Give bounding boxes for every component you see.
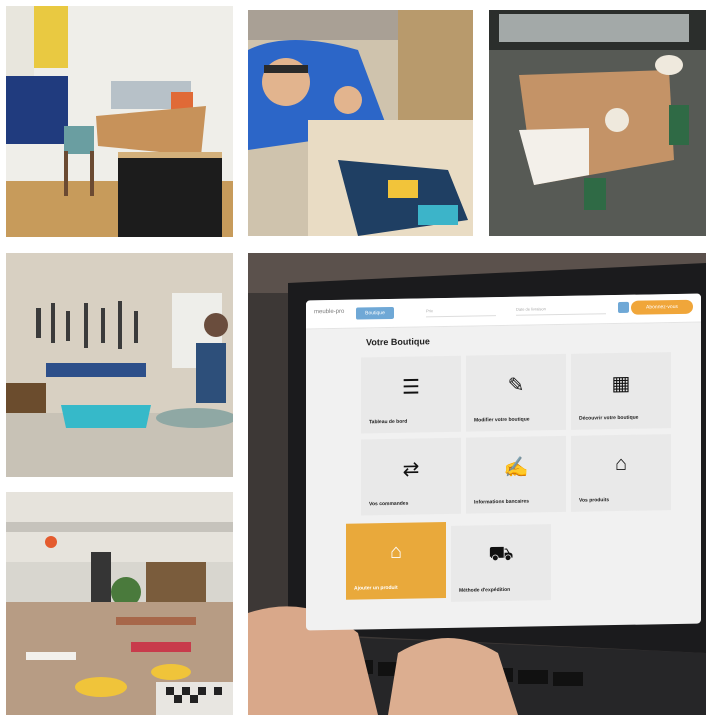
- cafe-interior-photo: [6, 492, 233, 715]
- card-add-product[interactable]: ⌂ Ajouter un produit: [346, 522, 446, 600]
- card-products[interactable]: ⌂ Vos produits: [571, 434, 671, 512]
- dining-table-photo: [489, 10, 706, 236]
- shop-topbar: meuble-pro Boutique Prix Date de livrais…: [306, 293, 701, 330]
- search-icon[interactable]: [618, 301, 629, 314]
- carpenter-measuring-photo: [248, 10, 473, 236]
- laptop-screen: meuble-pro Boutique Prix Date de livrais…: [306, 293, 701, 631]
- workshop-desk-photo: [6, 6, 233, 237]
- card-edit-shop[interactable]: ✎ Modifier votre boutique: [466, 353, 566, 432]
- delivery-date-input[interactable]: Date de livraison: [516, 305, 606, 316]
- tool-wall-workshop-photo: [6, 253, 233, 477]
- exchange-icon: ⇄: [402, 458, 420, 481]
- card-bank-info[interactable]: ✍ Informations bancaires: [466, 435, 566, 514]
- laptop-shop-admin-photo: meuble-pro Boutique Prix Date de livrais…: [248, 253, 706, 715]
- price-input[interactable]: Prix: [426, 307, 496, 318]
- page-title: Votre Boutique: [366, 336, 430, 348]
- pencil-icon: ✎: [507, 374, 525, 397]
- card-orders[interactable]: ⇄ Vos commandes: [361, 437, 461, 516]
- truck-icon: ⛟: [488, 542, 514, 566]
- subscribe-button[interactable]: Abonnez-vous: [631, 299, 693, 315]
- card-discover-shop[interactable]: ▦ Découvrir votre boutique: [571, 352, 671, 430]
- sofa-icon: ⌂: [389, 540, 403, 563]
- sofa-icon: ⌂: [614, 452, 628, 476]
- site-logo: meuble-pro: [314, 308, 345, 316]
- card-shipping-method[interactable]: ⛟ Méthode d'expédition: [451, 524, 551, 602]
- bank-form-icon: ✍: [503, 456, 529, 479]
- list-icon: ☰: [402, 376, 420, 399]
- boutique-menu-button[interactable]: Boutique: [356, 306, 394, 320]
- card-dashboard[interactable]: ☰ Tableau de bord: [361, 355, 461, 434]
- store-icon: ▦: [611, 372, 631, 396]
